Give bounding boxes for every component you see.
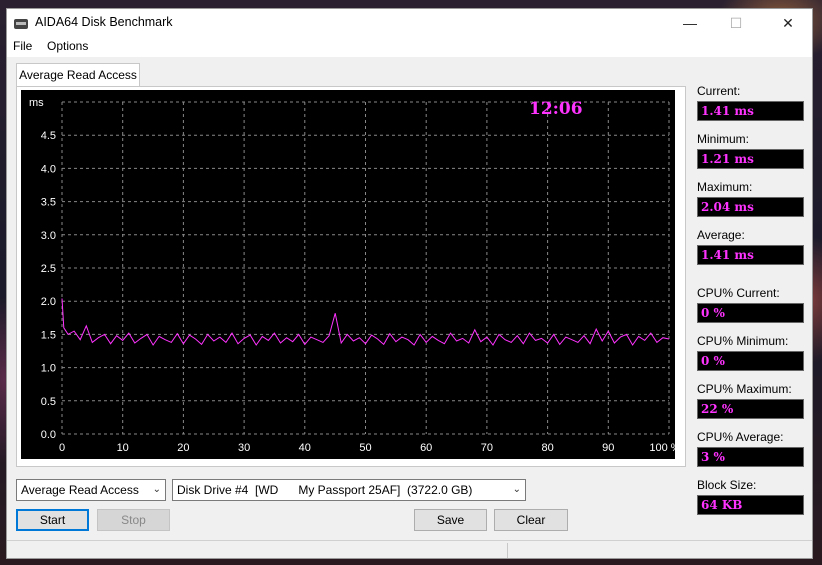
x-tick-label: 100 % <box>649 442 675 454</box>
menu-options[interactable]: Options <box>47 39 88 53</box>
x-tick-label: 90 <box>602 442 614 454</box>
x-tick-label: 50 <box>359 442 371 454</box>
disk-icon <box>14 19 28 29</box>
tab-average-read-access[interactable]: Average Read Access <box>16 63 140 87</box>
x-tick-label: 40 <box>299 442 311 454</box>
stat-value: 22 % <box>697 399 804 419</box>
y-axis-unit-label: ms <box>29 97 44 109</box>
y-tick-label: 1.0 <box>41 363 56 375</box>
close-button[interactable]: ✕ <box>765 9 811 37</box>
x-tick-label: 70 <box>481 442 493 454</box>
stat-label: Average: <box>697 228 745 242</box>
menu-bar: File Options <box>7 37 812 57</box>
save-button[interactable]: Save <box>414 509 487 531</box>
stat-label: Block Size: <box>697 478 757 492</box>
stat-label: CPU% Current: <box>697 286 780 300</box>
x-tick-label: 30 <box>238 442 250 454</box>
start-button[interactable]: Start <box>16 509 89 531</box>
y-tick-labels: 4.5 4.0 3.5 3.0 2.5 2.0 1.5 1.0 0.5 0.0 <box>41 130 56 441</box>
stat-label: CPU% Maximum: <box>697 382 792 396</box>
chart-clock: 12:06 <box>529 99 583 119</box>
stat-label: Current: <box>697 84 741 98</box>
status-bar <box>7 540 812 560</box>
x-tick-label: 80 <box>541 442 553 454</box>
benchmark-chart: 4.5 4.0 3.5 3.0 2.5 2.0 1.5 1.0 0.5 0.0 0 10 20 30 40… <box>21 90 675 459</box>
x-tick-labels: 0 10 20 30 40 50 60 70 80 90 100 % <box>59 442 675 454</box>
chart-grid <box>61 101 670 435</box>
stat-value: 1.41 ms <box>697 245 804 265</box>
stat-label: Maximum: <box>697 180 753 194</box>
clear-button[interactable]: Clear <box>494 509 568 531</box>
y-tick-label: 2.5 <box>41 263 56 275</box>
stat-label: Minimum: <box>697 132 750 146</box>
minimize-button[interactable]: — <box>667 9 713 37</box>
stat-label: CPU% Minimum: <box>697 334 789 348</box>
drive-select-value: Disk Drive #4 [WD My Passport 25AF] (372… <box>177 483 473 497</box>
title-bar[interactable]: AIDA64 Disk Benchmark — ☐ ✕ <box>7 9 812 37</box>
chevron-down-icon: ⌄ <box>152 484 161 495</box>
status-separator <box>507 543 508 558</box>
y-tick-label: 4.0 <box>41 163 56 175</box>
y-tick-label: 3.5 <box>41 197 56 209</box>
stat-value: 1.41 ms <box>697 101 804 121</box>
window-title: AIDA64 Disk Benchmark <box>35 15 173 29</box>
drive-select[interactable]: Disk Drive #4 [WD My Passport 25AF] (372… <box>172 479 526 501</box>
stat-value: 64 KB <box>697 495 804 515</box>
stat-value: 0 % <box>697 303 804 323</box>
chevron-down-icon: ⌄ <box>512 484 521 495</box>
y-tick-label: 0.5 <box>41 396 56 408</box>
stat-value: 2.04 ms <box>697 197 804 217</box>
y-tick-label: 3.0 <box>41 230 56 242</box>
test-select[interactable]: Average Read Access ⌄ <box>16 479 166 501</box>
stop-button[interactable]: Stop <box>97 509 170 531</box>
y-tick-label: 1.5 <box>41 329 56 341</box>
stat-value: 3 % <box>697 447 804 467</box>
x-tick-label: 10 <box>117 442 129 454</box>
x-tick-label: 20 <box>177 442 189 454</box>
menu-file[interactable]: File <box>13 39 32 53</box>
x-tick-label: 60 <box>420 442 432 454</box>
stat-value: 0 % <box>697 351 804 371</box>
y-tick-label: 2.0 <box>41 296 56 308</box>
test-select-value: Average Read Access <box>21 483 139 497</box>
maximize-button[interactable]: ☐ <box>713 9 759 37</box>
y-tick-label: 0.0 <box>41 429 56 441</box>
stat-label: CPU% Average: <box>697 430 784 444</box>
y-tick-label: 4.5 <box>41 130 56 142</box>
stat-value: 1.21 ms <box>697 149 804 169</box>
x-tick-label: 0 <box>59 442 65 454</box>
